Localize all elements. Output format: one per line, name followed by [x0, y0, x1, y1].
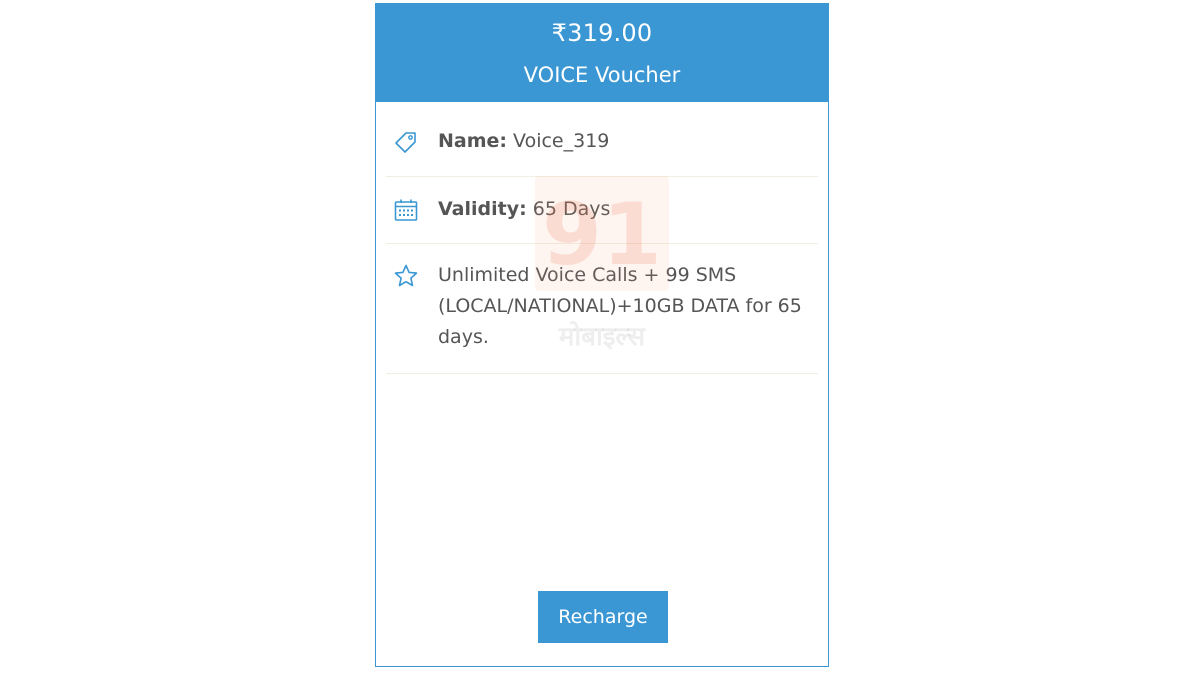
validity-row: Validity: 65 Days: [386, 177, 818, 244]
validity-label: Validity:: [438, 198, 527, 220]
card-header: ₹319.00 VOICE Voucher: [376, 4, 828, 102]
star-icon: [393, 260, 419, 291]
plan-title: VOICE Voucher: [523, 63, 681, 87]
name-text: Name: Voice_319: [438, 126, 818, 157]
tag-icon: [393, 126, 419, 157]
name-label: Name:: [438, 130, 508, 152]
benefits-row: Unlimited Voice Calls + 99 SMS (LOCAL/NA…: [386, 244, 818, 374]
recharge-button[interactable]: Recharge: [538, 591, 668, 643]
name-row: Name: Voice_319: [386, 102, 818, 177]
benefits-text: Unlimited Voice Calls + 99 SMS (LOCAL/NA…: [438, 264, 802, 348]
plan-details: Name: Voice_319 Validity: 65 Days Unlimi…: [376, 102, 828, 374]
voucher-card: ₹319.00 VOICE Voucher Name: Voice_319 Va…: [375, 3, 829, 667]
plan-price: ₹319.00: [551, 19, 653, 47]
name-value: Voice_319: [507, 130, 610, 152]
calendar-icon: [393, 194, 419, 225]
validity-value: 65 Days: [526, 198, 611, 220]
validity-text: Validity: 65 Days: [438, 194, 818, 225]
